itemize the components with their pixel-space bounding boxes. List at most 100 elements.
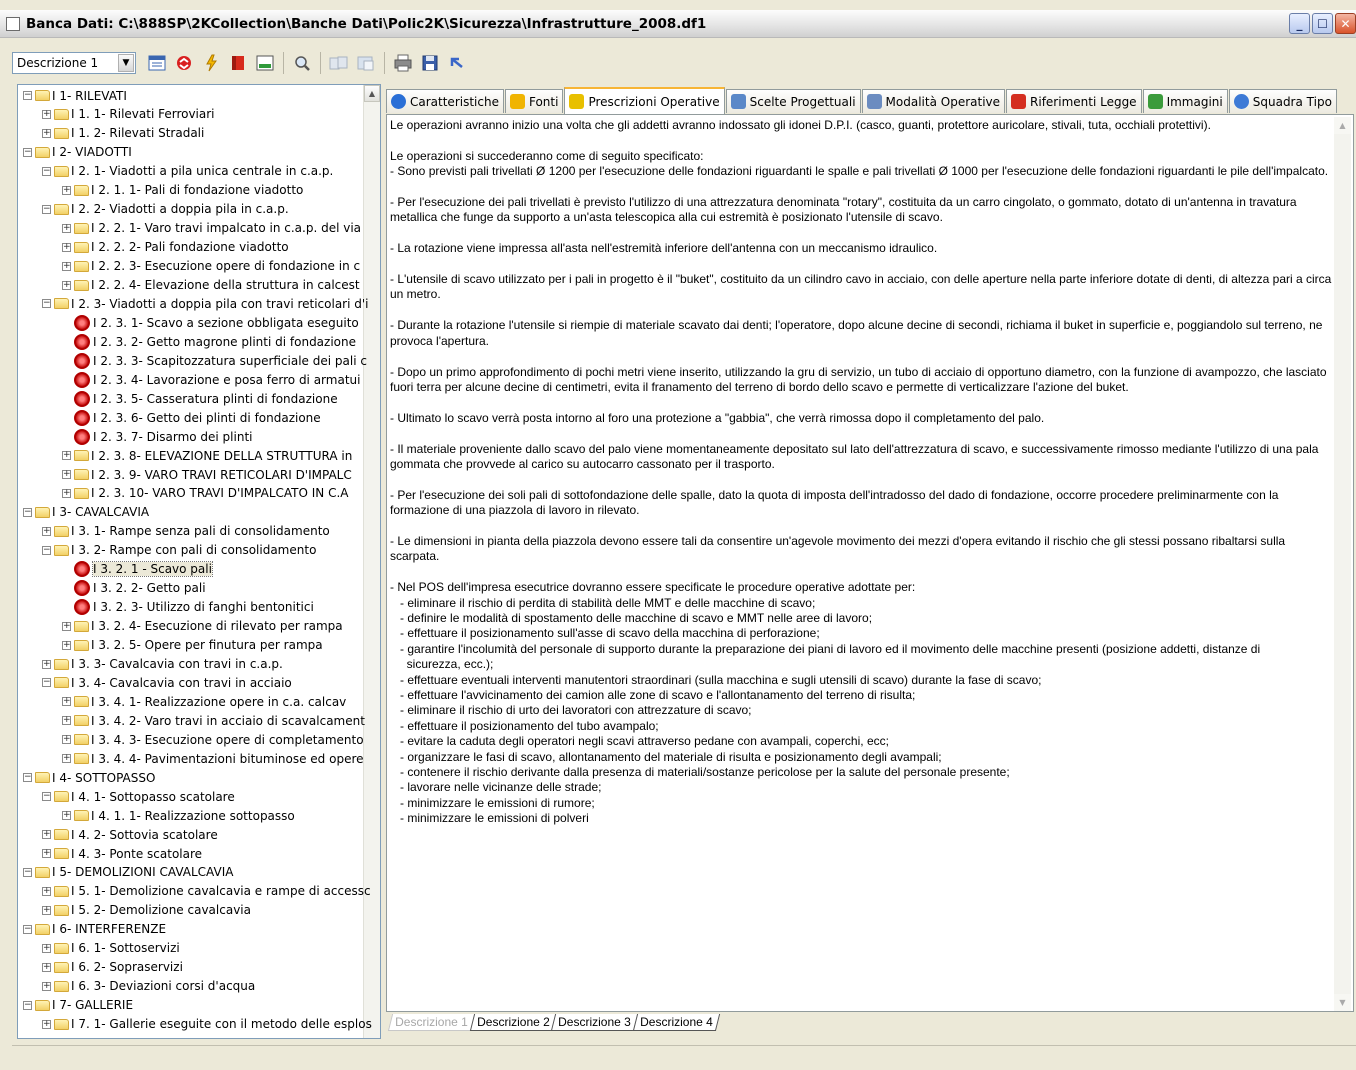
tree-item-folder[interactable]: − I 2. 2- Viadotti a doppia pila in c.a.p… [42,200,380,219]
tree-item-folder[interactable]: + I 3. 4. 2- Varo travi in acciaio di sca… [62,711,380,730]
tree-item-folder[interactable]: + I 2. 3. 9- VARO TRAVI RETICOLARI D'IMPA… [62,465,380,484]
close-button[interactable]: ✕ [1335,13,1356,34]
expand-icon[interactable]: + [42,830,51,840]
tree-item-folder[interactable]: − I 3. 4- Cavalcavia con travi in acciaio [42,673,380,692]
expand-icon[interactable]: + [62,754,71,764]
expand-icon[interactable]: + [62,470,71,479]
tab-descrizione-3[interactable]: Descrizione 3 [551,1014,639,1031]
expand-icon[interactable]: + [62,242,71,252]
tab-descrizione-1[interactable]: Descrizione 1 [387,1014,475,1031]
expand-icon[interactable]: + [62,185,71,195]
expand-icon[interactable]: + [42,943,51,953]
expand-icon[interactable]: + [42,886,51,896]
expand-icon[interactable]: + [42,905,51,915]
tree-item-folder[interactable]: − I 4- SOTTOPASSO [23,768,368,787]
tab-immagini[interactable]: Immagini [1142,89,1228,113]
tab-descrizione-2[interactable]: Descrizione 2 [469,1014,557,1031]
expand-icon[interactable]: + [62,811,71,821]
tree-item-folder[interactable]: + I 2. 2. 1- Varo travi impalcato in c.a.… [62,219,380,238]
tree-item-task[interactable]: I 2. 3. 1- Scavo a sezione obbligata ese… [62,313,380,332]
content-scrollbar[interactable]: ▲ ▼ [1334,117,1351,1011]
tree-item-folder[interactable]: + I 2. 2. 4- Elevazione della struttura i… [62,276,380,295]
tree-item-folder[interactable]: + I 3. 1- Rampe senza pali di consolidame… [42,522,380,541]
collapse-icon[interactable]: − [23,91,32,100]
collapse-icon[interactable]: − [23,507,32,517]
expand-icon[interactable]: + [62,488,71,498]
tree-item-folder[interactable]: − I 3- CAVALCAVIA [23,503,368,522]
collapse-icon[interactable]: − [42,792,51,802]
lightning-icon[interactable] [199,51,223,75]
tree-item-folder[interactable]: + I 4. 2- Sottovia scatolare [42,825,380,844]
expand-icon[interactable]: + [42,526,51,536]
collapse-icon[interactable]: − [23,147,32,157]
collapse-icon[interactable]: − [42,299,51,309]
tree-item-folder[interactable]: + I 3. 4. 1- Realizzazione opere in c.a. … [62,692,380,711]
tree-item-task[interactable]: I 3. 2. 1 - Scavo pali [62,560,380,579]
expand-icon[interactable]: + [42,962,51,972]
expand-icon[interactable]: + [62,223,71,233]
print-icon[interactable] [391,51,415,75]
copy-icon[interactable] [327,51,351,75]
tree-item-folder[interactable]: + I 1. 1- Rilevati Ferroviari [42,105,380,124]
chevron-down-icon[interactable]: ▼ [118,54,134,72]
tree-item-folder[interactable]: − I 3. 2- Rampe con pali di consolidament… [42,541,380,560]
tree-item-folder[interactable]: − I 2. 3- Viadotti a doppia pila con trav… [42,294,380,313]
tab-caratteristiche[interactable]: Caratteristiche [386,89,504,113]
expand-icon[interactable]: + [62,735,71,745]
tree-item-folder[interactable]: − I 4. 1- Sottopasso scatolare [42,787,380,806]
expand-icon[interactable]: + [62,697,71,707]
tab-modalit-operative[interactable]: Modalità Operative [861,89,1006,113]
tree-item-folder[interactable]: + I 3. 4. 3- Esecuzione opere di completa… [62,730,380,749]
scroll-down-icon[interactable]: ▼ [1334,994,1351,1011]
tree-item-folder[interactable]: + I 5. 2- Demolizione cavalcavia [42,901,380,920]
collapse-icon[interactable]: − [42,204,51,214]
tree-item-folder[interactable]: − I 2. 1- Viadotti a pila unica centrale … [42,162,380,181]
collapse-icon[interactable]: − [23,1000,32,1010]
expand-icon[interactable]: + [42,109,51,119]
paste-icon[interactable] [354,51,378,75]
tab-squadra-tipo[interactable]: Squadra Tipo [1228,89,1337,113]
tree-item-task[interactable]: I 3. 2. 3- Utilizzo di fanghi bentonitic… [62,598,380,617]
tree-item-folder[interactable]: + I 2. 2. 3- Esecuzione opere di fondazio… [62,257,380,276]
tab-fonti[interactable]: Fonti [504,89,564,113]
collapse-icon[interactable]: − [23,773,32,783]
expand-icon[interactable]: + [42,1019,51,1029]
operative-prescriptions-text[interactable]: Le operazioni avranno inizio una volta c… [390,118,1335,827]
expand-icon[interactable]: + [42,849,51,858]
maximize-button[interactable]: ☐ [1312,13,1333,34]
tree-item-folder[interactable]: + I 5. 1- Demolizione cavalcavia e rampe … [42,882,380,901]
tree-item-task[interactable]: I 2. 3. 4- Lavorazione e posa ferro di a… [62,370,380,389]
tree-item-folder[interactable]: − I 6- INTERFERENZE [23,920,368,939]
tree-item-folder[interactable]: − I 5- DEMOLIZIONI CAVALCAVIA [23,863,368,882]
tree-item-folder[interactable]: + I 6. 2- Sopraservizi [42,958,380,977]
content-panel[interactable]: Le operazioni avranno inizio una volta c… [386,114,1354,1012]
list-view-icon[interactable] [145,51,169,75]
save-icon[interactable] [418,51,442,75]
tree-item-task[interactable]: I 2. 3. 3- Scapitozzatura superficiale d… [62,351,380,370]
collapse-icon[interactable]: − [23,867,32,877]
collapse-icon[interactable]: − [42,166,51,176]
tree-item-folder[interactable]: + I 2. 1. 1- Pali di fondazione viadotto [62,181,380,200]
tree-item-task[interactable]: I 3. 2. 2- Getto pali [62,579,380,598]
tree-item-folder[interactable]: + I 6. 1- Sottoservizi [42,939,380,958]
tree-item-folder[interactable]: + I 4. 3- Ponte scatolare [42,844,380,863]
tree-item-folder[interactable]: − I 2- VIADOTTI [23,143,368,162]
expand-icon[interactable]: + [62,621,71,631]
expand-icon[interactable]: + [62,716,71,726]
description-select[interactable]: Descrizione 1 ▼ [12,52,136,74]
collapse-icon[interactable]: − [23,924,32,934]
tree-item-folder[interactable]: − I 7- GALLERIE [23,996,368,1015]
tree-item-task[interactable]: I 2. 3. 6- Getto dei plinti di fondazion… [62,408,380,427]
expand-icon[interactable]: + [42,659,51,669]
undo-icon[interactable] [445,51,469,75]
tree-item-folder[interactable]: + I 6. 3- Deviazioni corsi d'acqua [42,977,380,996]
tree-item-folder[interactable]: + I 3. 3- Cavalcavia con travi in c.a.p. [42,655,380,674]
tab-prescrizioni-operative[interactable]: Prescrizioni Operative [564,87,725,114]
scroll-up-icon[interactable]: ▲ [1334,117,1351,134]
collapse-icon[interactable]: − [42,678,51,688]
expand-icon[interactable]: + [62,280,71,290]
tree-item-folder[interactable]: + I 7. 1- Gallerie eseguite con il metodo… [42,1015,380,1034]
tree-item-folder[interactable]: + I 3. 4. 4- Pavimentazioni bituminose ed… [62,749,380,768]
tree-item-folder[interactable]: + I 3. 2. 4- Esecuzione di rilevato per r… [62,617,380,636]
tab-riferimenti-legge[interactable]: Riferimenti Legge [1006,89,1142,113]
